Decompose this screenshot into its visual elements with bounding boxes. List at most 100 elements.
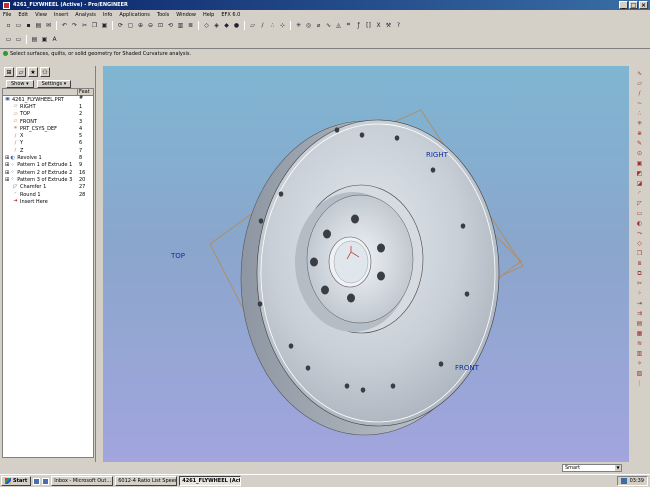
saved-views-icon[interactable]: ▥ bbox=[176, 21, 185, 30]
relations-icon[interactable]: ƒ bbox=[354, 21, 363, 30]
merge-tool-icon[interactable]: ⧉ bbox=[635, 269, 644, 278]
window-icon[interactable]: ▢ bbox=[126, 21, 135, 30]
efx-tools-icon[interactable]: ⚒ bbox=[384, 21, 393, 30]
favorites-tab-icon[interactable]: ★ bbox=[28, 67, 38, 77]
shading-icon[interactable]: ● bbox=[232, 21, 241, 30]
sketch-view-icon[interactable]: ▭ bbox=[14, 35, 23, 44]
folder-browser-tab-icon[interactable]: ▱ bbox=[16, 67, 26, 77]
open-file-icon[interactable]: ▭ bbox=[14, 21, 23, 30]
graphics-window[interactable]: TOP RIGHT FRONT bbox=[103, 66, 629, 462]
tray-icon[interactable] bbox=[620, 478, 627, 484]
zoom-in-icon[interactable]: ⊕ bbox=[136, 21, 145, 30]
datum-curve-tool-icon[interactable]: ~ bbox=[635, 99, 644, 108]
datum-points-icon[interactable]: ∴ bbox=[268, 21, 277, 30]
tree-row[interactable]: ◸ Chamfer 1 27 bbox=[3, 184, 93, 191]
chamfer-tool-icon[interactable]: ◸ bbox=[635, 199, 644, 208]
regenerate-icon[interactable]: ⟳ bbox=[116, 21, 125, 30]
csys-display-icon[interactable]: ⊹ bbox=[278, 21, 287, 30]
save-icon[interactable]: ▪ bbox=[24, 21, 33, 30]
solidify-tool-icon[interactable]: ▦ bbox=[635, 329, 644, 338]
zoom-out-icon[interactable]: ⊖ bbox=[146, 21, 155, 30]
sketched-datum-curve-icon[interactable]: ∿ bbox=[635, 69, 644, 78]
mirror-tool-icon[interactable]: ⧈ bbox=[635, 259, 644, 268]
menu-item-file[interactable]: File bbox=[3, 12, 11, 18]
connections-tab-icon[interactable]: ⚇ bbox=[40, 67, 50, 77]
menu-item-tools[interactable]: Tools bbox=[157, 12, 169, 18]
refit-icon[interactable]: ⊡ bbox=[156, 21, 165, 30]
show-menu-button[interactable]: Show ▾ bbox=[6, 80, 34, 88]
datum-axis-tool-icon[interactable]: ∕ bbox=[635, 89, 644, 98]
pattern-tool-icon[interactable]: ⁘ bbox=[635, 289, 644, 298]
udf-tool-icon[interactable]: ▥ bbox=[635, 349, 644, 358]
draft-check-icon[interactable]: ◬ bbox=[334, 21, 343, 30]
revolve-tool-icon[interactable]: ◐ bbox=[635, 219, 644, 228]
analysis-feature-icon[interactable]: ⋇ bbox=[635, 129, 644, 138]
draft-tool-icon[interactable]: ◪ bbox=[635, 179, 644, 188]
model-tree-tab-icon[interactable]: ⊞ bbox=[4, 67, 14, 77]
model-tree-icon[interactable]: ⌗ bbox=[344, 21, 353, 30]
tree-row[interactable]: ◜ Round 1 28 bbox=[3, 191, 93, 198]
hidden-line-icon[interactable]: ◈ bbox=[212, 21, 221, 30]
extrude-tool-icon[interactable]: ▭ bbox=[635, 209, 644, 218]
menu-item-insert[interactable]: Insert bbox=[54, 12, 68, 18]
menu-item-view[interactable]: View bbox=[35, 12, 47, 18]
maximize-button[interactable]: □ bbox=[629, 1, 638, 9]
minimize-button[interactable]: _ bbox=[619, 1, 628, 9]
tree-row[interactable]: ✳ PRT_CSYS_DEF 4 bbox=[3, 125, 93, 132]
chevron-down-icon[interactable]: ▼ bbox=[615, 465, 621, 471]
taskbar-task[interactable]: Inbox - Microsoft Out... bbox=[51, 476, 114, 486]
spin-center-icon[interactable]: ✳ bbox=[294, 21, 303, 30]
tree-row[interactable]: ⊞ ◐ Revolve 18 bbox=[3, 154, 93, 161]
tree-row[interactable]: ⊞ ⁘ Pattern 3 of Extrude 3 20 bbox=[3, 176, 93, 183]
undo-icon[interactable]: ↶ bbox=[60, 21, 69, 30]
menu-item-info[interactable]: Info bbox=[103, 12, 112, 18]
efx-icon[interactable]: X bbox=[374, 21, 383, 30]
extend-tool-icon[interactable]: ⇥ bbox=[635, 299, 644, 308]
warp-tool-icon[interactable]: ≋ bbox=[635, 339, 644, 348]
tree-row[interactable]: ▱ TOP 2 bbox=[3, 111, 93, 118]
datum-plane-tool-icon[interactable]: ▱ bbox=[635, 79, 644, 88]
tree-row[interactable]: ∕ Y 6 bbox=[3, 140, 93, 147]
parameters-icon[interactable]: [] bbox=[364, 21, 373, 30]
sketch-icon[interactable]: ▭ bbox=[4, 35, 13, 44]
round-tool-icon[interactable]: ◜ bbox=[635, 189, 644, 198]
tree-row[interactable]: ▱ RIGHT 1 bbox=[3, 103, 93, 110]
paste-icon[interactable]: ▣ bbox=[100, 21, 109, 30]
trim-tool-icon[interactable]: ✂ bbox=[635, 279, 644, 288]
shell-tool-icon[interactable]: ▣ bbox=[635, 159, 644, 168]
selection-filter[interactable]: Smart ▼ bbox=[562, 464, 622, 472]
print-icon[interactable]: ▤ bbox=[34, 21, 43, 30]
model-view[interactable]: TOP RIGHT FRONT bbox=[103, 66, 629, 462]
close-button[interactable]: × bbox=[639, 1, 648, 9]
datum-planes-icon[interactable]: ▱ bbox=[248, 21, 257, 30]
blend-tool-icon[interactable]: ◇ bbox=[635, 239, 644, 248]
layers-icon[interactable]: ≣ bbox=[186, 21, 195, 30]
copy-tool-icon[interactable]: ❐ bbox=[635, 249, 644, 258]
orient-icon[interactable]: ⟲ bbox=[166, 21, 175, 30]
tree-row[interactable]: ▱ FRONT 3 bbox=[3, 118, 93, 125]
copy-icon[interactable]: ❐ bbox=[90, 21, 99, 30]
csys-tool-icon[interactable]: ✳ bbox=[635, 119, 644, 128]
expand-icon[interactable]: ⊞ bbox=[5, 155, 9, 161]
tree-row[interactable]: ➜ Insert Here bbox=[3, 198, 93, 205]
email-icon[interactable]: ✉ bbox=[44, 21, 53, 30]
menu-item-analysis[interactable]: Analysis bbox=[75, 12, 96, 18]
tree-row[interactable]: ⊞ ⁘ Pattern 2 of Extrude 2 16 bbox=[3, 169, 93, 176]
curvature-icon[interactable]: ∿ bbox=[324, 21, 333, 30]
menu-item-efx-6-0[interactable]: EFX 6.0 bbox=[221, 12, 240, 18]
redo-icon[interactable]: ↷ bbox=[70, 21, 79, 30]
settings-menu-button[interactable]: Settings ▾ bbox=[36, 80, 72, 88]
expand-icon[interactable]: ⊞ bbox=[5, 162, 9, 168]
menu-item-window[interactable]: Window bbox=[176, 12, 196, 18]
variable-sweep-icon[interactable]: ⤳ bbox=[635, 229, 644, 238]
menu-item-applications[interactable]: Applications bbox=[119, 12, 150, 18]
more-tools-icon[interactable]: ⋮ bbox=[635, 379, 644, 388]
sketch-tool-icon[interactable]: ✎ bbox=[635, 139, 644, 148]
expand-icon[interactable]: ⊞ bbox=[5, 170, 9, 176]
boundary-blend-icon[interactable]: ▨ bbox=[635, 369, 644, 378]
tree-row[interactable]: ∕ X 5 bbox=[3, 132, 93, 139]
analysis-icon[interactable]: ◎ bbox=[304, 21, 313, 30]
expand-icon[interactable]: ⊞ bbox=[5, 177, 9, 183]
new-file-icon[interactable]: ▫ bbox=[4, 21, 13, 30]
taskbar-task[interactable]: 4261_FLYWHEEL (Activ... bbox=[179, 476, 242, 486]
